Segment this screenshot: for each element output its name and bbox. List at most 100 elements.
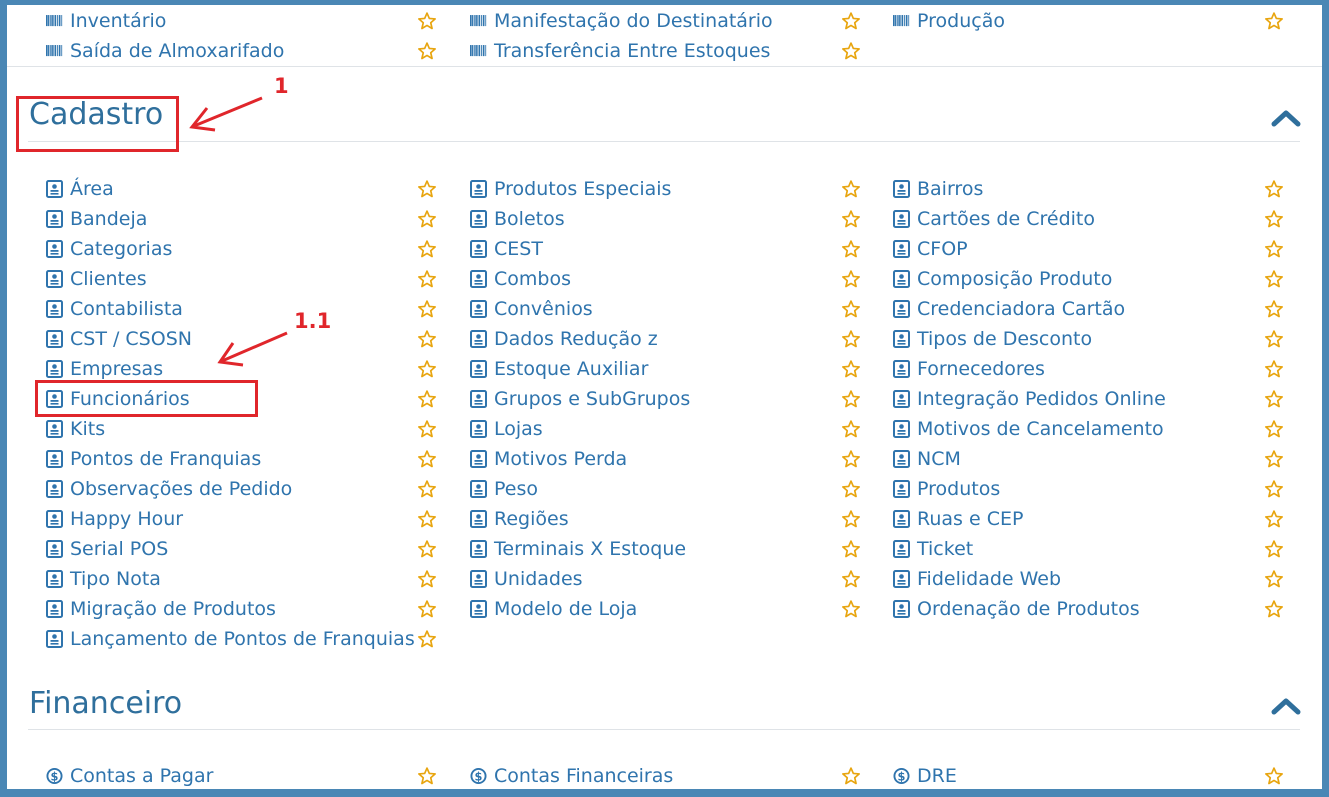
favorite-star-icon[interactable] — [416, 388, 438, 410]
favorite-star-icon[interactable] — [840, 238, 862, 260]
favorite-star-icon[interactable] — [1263, 298, 1285, 320]
menu-item-estoque-auxiliar[interactable]: Estoque Auxiliar — [470, 356, 865, 382]
favorite-star-icon[interactable] — [1263, 328, 1285, 350]
menu-item-contas-financeiras[interactable]: $ Contas Financeiras — [470, 763, 865, 789]
menu-item-pontos-de-franquias[interactable]: Pontos de Franquias — [46, 446, 441, 472]
menu-item-contabilista[interactable]: Contabilista — [46, 296, 441, 322]
favorite-star-icon[interactable] — [416, 598, 438, 620]
menu-item-empresas[interactable]: Empresas — [46, 356, 441, 382]
menu-item-lojas[interactable]: Lojas — [470, 416, 865, 442]
menu-item-regioes[interactable]: Regiões — [470, 506, 865, 532]
menu-item-boletos[interactable]: Boletos — [470, 206, 865, 232]
menu-item-dados-reducao-z[interactable]: Dados Redução z — [470, 326, 865, 352]
menu-item-bairros[interactable]: Bairros — [893, 176, 1288, 202]
menu-item-cartoes-de-credito[interactable]: Cartões de Crédito — [893, 206, 1288, 232]
favorite-star-icon[interactable] — [1263, 178, 1285, 200]
favorite-star-icon[interactable] — [840, 388, 862, 410]
menu-item-tipos-de-desconto[interactable]: Tipos de Desconto — [893, 326, 1288, 352]
favorite-star-icon[interactable] — [840, 568, 862, 590]
favorite-star-icon[interactable] — [1263, 765, 1285, 787]
favorite-star-icon[interactable] — [840, 10, 862, 32]
favorite-star-icon[interactable] — [1263, 568, 1285, 590]
favorite-star-icon[interactable] — [416, 628, 438, 650]
menu-item-clientes[interactable]: Clientes — [46, 266, 441, 292]
favorite-star-icon[interactable] — [840, 40, 862, 62]
favorite-star-icon[interactable] — [840, 508, 862, 530]
favorite-star-icon[interactable] — [840, 298, 862, 320]
menu-item-ticket[interactable]: Ticket — [893, 536, 1288, 562]
menu-item-composicao-produto[interactable]: Composição Produto — [893, 266, 1288, 292]
favorite-star-icon[interactable] — [1263, 268, 1285, 290]
menu-item-ruas-e-cep[interactable]: Ruas e CEP — [893, 506, 1288, 532]
menu-item-producao[interactable]: Produção — [893, 8, 1288, 34]
favorite-star-icon[interactable] — [1263, 538, 1285, 560]
favorite-star-icon[interactable] — [416, 208, 438, 230]
menu-item-modelo-de-loja[interactable]: Modelo de Loja — [470, 596, 865, 622]
menu-item-ordenacao-de-produtos[interactable]: Ordenação de Produtos — [893, 596, 1288, 622]
menu-item-integracao-pedidos-online[interactable]: Integração Pedidos Online — [893, 386, 1288, 412]
menu-item-inventario[interactable]: Inventário — [46, 8, 441, 34]
favorite-star-icon[interactable] — [840, 418, 862, 440]
favorite-star-icon[interactable] — [840, 358, 862, 380]
favorite-star-icon[interactable] — [840, 598, 862, 620]
menu-item-grupos-e-subgrupos[interactable]: Grupos e SubGrupos — [470, 386, 865, 412]
favorite-star-icon[interactable] — [1263, 478, 1285, 500]
menu-item-lancamento-de-pontos-de-franquias[interactable]: Lançamento de Pontos de Franquias — [46, 626, 441, 652]
favorite-star-icon[interactable] — [840, 208, 862, 230]
favorite-star-icon[interactable] — [416, 508, 438, 530]
menu-item-cfop[interactable]: CFOP — [893, 236, 1288, 262]
menu-item-observacoes-de-pedido[interactable]: Observações de Pedido — [46, 476, 441, 502]
favorite-star-icon[interactable] — [840, 178, 862, 200]
favorite-star-icon[interactable] — [840, 268, 862, 290]
collapse-financeiro-button[interactable] — [1270, 694, 1302, 718]
menu-item-produtos-especiais[interactable]: Produtos Especiais — [470, 176, 865, 202]
favorite-star-icon[interactable] — [1263, 238, 1285, 260]
menu-item-serial-pos[interactable]: Serial POS — [46, 536, 441, 562]
menu-item-convenios[interactable]: Convênios — [470, 296, 865, 322]
favorite-star-icon[interactable] — [416, 448, 438, 470]
menu-item-kits[interactable]: Kits — [46, 416, 441, 442]
favorite-star-icon[interactable] — [840, 448, 862, 470]
menu-item-tipo-nota[interactable]: Tipo Nota — [46, 566, 441, 592]
menu-item-migracao-de-produtos[interactable]: Migração de Produtos — [46, 596, 441, 622]
favorite-star-icon[interactable] — [840, 478, 862, 500]
favorite-star-icon[interactable] — [416, 478, 438, 500]
menu-item-transferencia-entre-estoques[interactable]: Transferência Entre Estoques — [470, 38, 865, 64]
menu-item-cest[interactable]: CEST — [470, 236, 865, 262]
menu-item-contas-a-pagar[interactable]: $ Contas a Pagar — [46, 763, 441, 789]
menu-item-terminais-x-estoque[interactable]: Terminais X Estoque — [470, 536, 865, 562]
menu-item-peso[interactable]: Peso — [470, 476, 865, 502]
menu-item-saida-de-almoxarifado[interactable]: Saída de Almoxarifado — [46, 38, 441, 64]
favorite-star-icon[interactable] — [416, 328, 438, 350]
favorite-star-icon[interactable] — [840, 328, 862, 350]
favorite-star-icon[interactable] — [416, 268, 438, 290]
favorite-star-icon[interactable] — [840, 538, 862, 560]
menu-item-unidades[interactable]: Unidades — [470, 566, 865, 592]
menu-item-motivos-perda[interactable]: Motivos Perda — [470, 446, 865, 472]
favorite-star-icon[interactable] — [416, 765, 438, 787]
menu-item-cst-csosn[interactable]: CST / CSOSN — [46, 326, 441, 352]
menu-item-manifestacao-do-destinatario[interactable]: Manifestação do Destinatário — [470, 8, 865, 34]
menu-item-dre[interactable]: $ DRE — [893, 763, 1288, 789]
menu-item-motivos-de-cancelamento[interactable]: Motivos de Cancelamento — [893, 416, 1288, 442]
favorite-star-icon[interactable] — [416, 538, 438, 560]
favorite-star-icon[interactable] — [416, 238, 438, 260]
favorite-star-icon[interactable] — [416, 358, 438, 380]
favorite-star-icon[interactable] — [1263, 208, 1285, 230]
menu-item-credenciadora-cartao[interactable]: Credenciadora Cartão — [893, 296, 1288, 322]
favorite-star-icon[interactable] — [1263, 598, 1285, 620]
favorite-star-icon[interactable] — [416, 568, 438, 590]
favorite-star-icon[interactable] — [1263, 418, 1285, 440]
favorite-star-icon[interactable] — [416, 298, 438, 320]
favorite-star-icon[interactable] — [1263, 508, 1285, 530]
favorite-star-icon[interactable] — [416, 178, 438, 200]
menu-item-fornecedores[interactable]: Fornecedores — [893, 356, 1288, 382]
collapse-cadastro-button[interactable] — [1270, 106, 1302, 130]
favorite-star-icon[interactable] — [416, 10, 438, 32]
menu-item-ncm[interactable]: NCM — [893, 446, 1288, 472]
menu-item-categorias[interactable]: Categorias — [46, 236, 441, 262]
favorite-star-icon[interactable] — [1263, 358, 1285, 380]
favorite-star-icon[interactable] — [1263, 448, 1285, 470]
favorite-star-icon[interactable] — [840, 765, 862, 787]
favorite-star-icon[interactable] — [1263, 388, 1285, 410]
